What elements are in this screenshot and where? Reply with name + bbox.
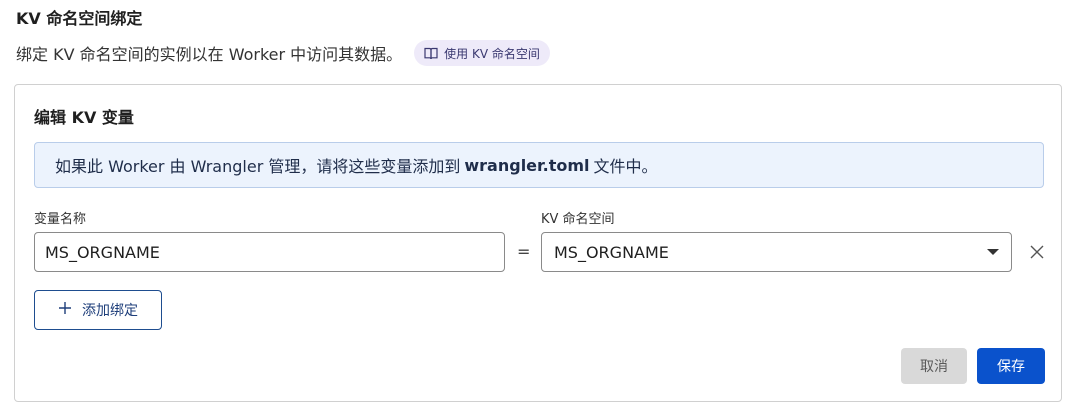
namespace-select[interactable]: MS_ORGNAME <box>541 232 1012 272</box>
equals-sign: = <box>517 242 531 261</box>
caret-down-icon <box>987 249 999 255</box>
section-description: 绑定 KV 命名空间的实例以在 Worker 中访问其数据。 <box>16 45 403 64</box>
banner-filename: wrangler.toml <box>464 155 590 175</box>
docs-link-label: 使用 KV 命名空间 <box>444 46 540 61</box>
namespace-select-value: MS_ORGNAME <box>554 242 669 262</box>
close-icon <box>1027 245 1047 266</box>
namespace-label: KV 命名空间 <box>541 212 615 227</box>
card-title: 编辑 KV 变量 <box>34 108 134 127</box>
banner-text-prefix: 如果此 Worker 由 Wrangler 管理，请将这些变量添加到 <box>55 157 461 176</box>
save-button[interactable]: 保存 <box>977 348 1045 384</box>
section-description-row: 绑定 KV 命名空间的实例以在 Worker 中访问其数据。 使用 KV 命名空… <box>16 40 550 66</box>
add-binding-label: 添加绑定 <box>82 303 138 319</box>
plus-icon <box>58 301 72 319</box>
cancel-button[interactable]: 取消 <box>901 348 967 384</box>
remove-binding-button[interactable] <box>1027 242 1047 262</box>
book-icon <box>424 47 438 60</box>
variable-name-input[interactable] <box>34 232 505 272</box>
docs-link[interactable]: 使用 KV 命名空间 <box>414 40 550 66</box>
wrangler-info-banner: 如果此 Worker 由 Wrangler 管理，请将这些变量添加到 wrang… <box>34 142 1044 188</box>
edit-kv-card: 编辑 KV 变量 如果此 Worker 由 Wrangler 管理，请将这些变量… <box>14 84 1062 402</box>
variable-name-label: 变量名称 <box>34 212 87 227</box>
section-title: KV 命名空间绑定 <box>16 9 143 28</box>
banner-text-suffix: 文件中。 <box>593 157 658 176</box>
add-binding-button[interactable]: 添加绑定 <box>34 290 162 330</box>
